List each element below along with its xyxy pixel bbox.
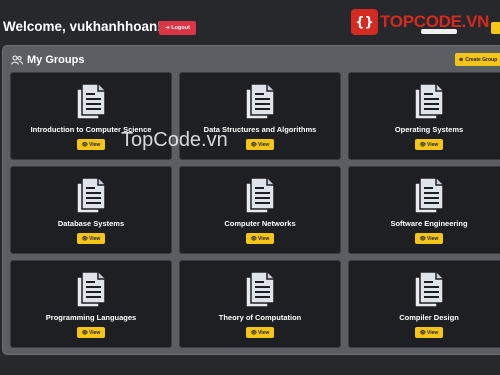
header-field	[421, 29, 457, 34]
watermark: TopCode.vn	[121, 129, 228, 151]
view-label: View	[89, 141, 101, 148]
view-label: View	[258, 329, 270, 336]
my-groups-panel: My Groups ⊕ Create Group Introduction to…	[2, 45, 500, 355]
group-name: Computer Networks	[224, 219, 296, 228]
group-name: Software Engineering	[390, 219, 468, 228]
logout-button[interactable]: ⇥ Logout	[159, 21, 196, 35]
view-button[interactable]: 👁 View	[415, 139, 443, 150]
view-button[interactable]: 👁 View	[415, 327, 443, 338]
view-label: View	[427, 329, 439, 336]
eye-icon: 👁	[81, 235, 89, 242]
logo-mark: {}	[351, 9, 378, 35]
eye-icon: 👁	[419, 235, 427, 242]
logout-icon: ⇥	[165, 25, 170, 31]
group-name: Compiler Design	[399, 313, 459, 322]
document-icon	[244, 269, 278, 314]
document-icon	[75, 269, 109, 314]
view-label: View	[258, 235, 270, 242]
create-group-label: Create Group	[465, 56, 498, 63]
document-icon	[244, 175, 278, 220]
group-card: Software Engineering 👁 View	[348, 166, 500, 254]
group-card: Database Systems 👁 View	[10, 166, 172, 254]
document-icon	[75, 81, 109, 126]
group-card: Programming Languages 👁 View	[10, 260, 172, 348]
eye-icon: 👁	[250, 329, 258, 336]
view-button[interactable]: 👁 View	[246, 327, 274, 338]
group-card: Compiler Design 👁 View	[348, 260, 500, 348]
eye-icon: 👁	[250, 235, 258, 242]
panel-title-label: My Groups	[27, 54, 85, 66]
document-icon	[75, 175, 109, 220]
view-button[interactable]: 👁 View	[77, 327, 105, 338]
group-name: Theory of Computation	[218, 313, 302, 322]
header-action-button[interactable]	[491, 22, 500, 34]
view-label: View	[427, 235, 439, 242]
plus-circle-icon: ⊕	[459, 56, 464, 63]
group-card: Theory of Computation 👁 View	[179, 260, 341, 348]
view-button[interactable]: 👁 View	[246, 233, 274, 244]
eye-icon: 👁	[250, 141, 258, 148]
group-card: Computer Networks 👁 View	[179, 166, 341, 254]
view-label: View	[258, 141, 270, 148]
eye-icon: 👁	[419, 329, 427, 336]
group-name: Database Systems	[57, 219, 125, 228]
eye-icon: 👁	[81, 141, 89, 148]
eye-icon: 👁	[419, 141, 427, 148]
view-label: View	[427, 141, 439, 148]
view-button[interactable]: 👁 View	[77, 233, 105, 244]
header: Welcome, vukhanhhoan! ⇥ Logout {} TOPCOD…	[0, 0, 500, 42]
document-icon	[413, 269, 447, 314]
group-name: Operating Systems	[394, 125, 464, 134]
panel-title: My Groups	[11, 54, 84, 66]
create-group-button[interactable]: ⊕ Create Group	[455, 53, 500, 66]
users-icon	[11, 55, 23, 65]
logout-label: Logout	[171, 25, 190, 31]
document-icon	[413, 81, 447, 126]
document-icon	[413, 175, 447, 220]
eye-icon: 👁	[81, 329, 89, 336]
view-button[interactable]: 👁 View	[246, 139, 274, 150]
group-card: Operating Systems 👁 View	[348, 72, 500, 160]
view-label: View	[89, 329, 101, 336]
view-button[interactable]: 👁 View	[77, 139, 105, 150]
group-name: Programming Languages	[45, 313, 137, 322]
document-icon	[244, 81, 278, 126]
view-button[interactable]: 👁 View	[415, 233, 443, 244]
welcome-heading: Welcome, vukhanhhoan!	[3, 19, 162, 34]
view-label: View	[89, 235, 101, 242]
